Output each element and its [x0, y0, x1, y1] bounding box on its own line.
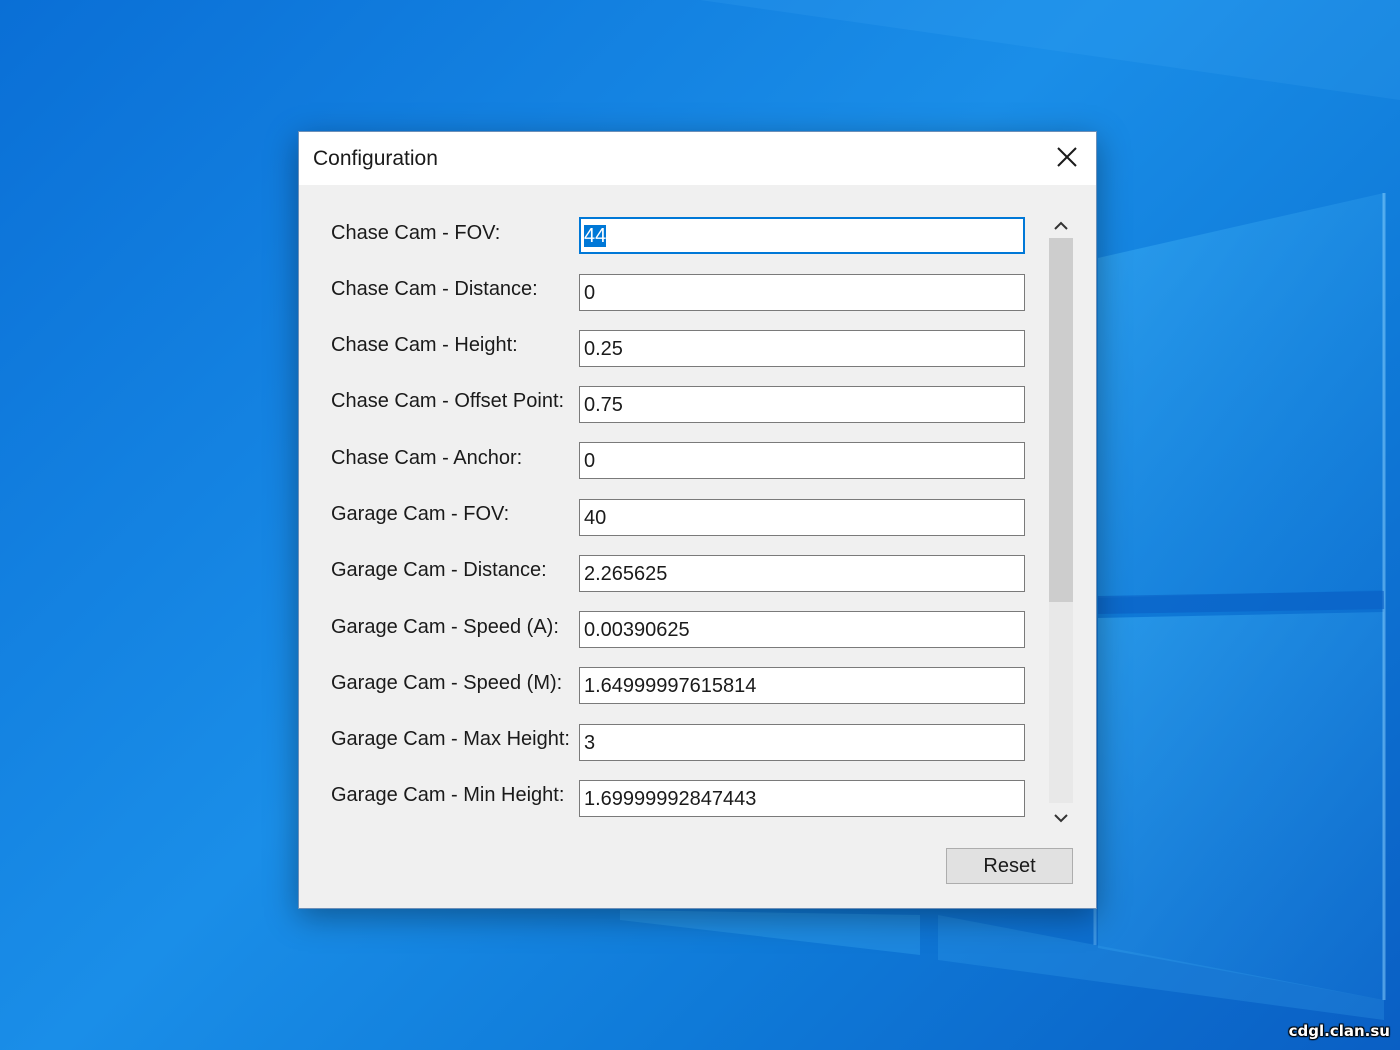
garage-cam-distance-value: 2.265625 — [584, 563, 668, 585]
garage-cam-min-height-label: Garage Cam - Min Height: — [331, 784, 565, 806]
garage-cam-min-height-input[interactable]: 1.69999992847443 — [579, 780, 1025, 817]
chevron-up-icon — [1054, 221, 1068, 230]
configuration-dialog: Configuration Chase Cam - FOV: 44 Chase … — [298, 131, 1097, 909]
garage-cam-distance-input[interactable]: 2.265625 — [579, 555, 1025, 592]
chase-cam-offset-point-value: 0.75 — [584, 394, 623, 416]
watermark: cdgl.clan.su — [1288, 1022, 1390, 1040]
reset-button[interactable]: Reset — [946, 848, 1073, 884]
vertical-scrollbar[interactable] — [1047, 206, 1075, 830]
close-icon — [1057, 147, 1077, 167]
dialog-title: Configuration — [313, 147, 438, 170]
scroll-down-button[interactable] — [1047, 804, 1075, 832]
garage-cam-speed-a-value: 0.00390625 — [584, 619, 690, 641]
garage-cam-distance-label: Garage Cam - Distance: — [331, 559, 547, 581]
garage-cam-max-height-value: 3 — [584, 732, 596, 754]
chase-cam-anchor-label: Chase Cam - Anchor: — [331, 447, 523, 469]
scroll-up-button[interactable] — [1047, 212, 1075, 240]
scrollbar-thumb[interactable] — [1049, 238, 1073, 602]
garage-cam-speed-a-label: Garage Cam - Speed (A): — [331, 616, 559, 638]
chase-cam-distance-value: 0 — [584, 282, 596, 304]
garage-cam-speed-m-input[interactable]: 1.64999997615814 — [579, 667, 1025, 704]
garage-cam-fov-label: Garage Cam - FOV: — [331, 503, 510, 525]
chevron-down-icon — [1054, 814, 1068, 823]
chase-cam-height-value: 0.25 — [584, 338, 623, 360]
chase-cam-height-input[interactable]: 0.25 — [579, 330, 1025, 367]
garage-cam-speed-m-value: 1.64999997615814 — [584, 675, 757, 697]
chase-cam-height-label: Chase Cam - Height: — [331, 334, 518, 356]
title-bar: Configuration — [299, 132, 1096, 185]
chase-cam-fov-label: Chase Cam - FOV: — [331, 222, 501, 244]
garage-cam-speed-a-input[interactable]: 0.00390625 — [579, 611, 1025, 648]
garage-cam-max-height-label: Garage Cam - Max Height: — [331, 728, 570, 750]
chase-cam-fov-input[interactable]: 44 — [579, 217, 1025, 254]
chase-cam-distance-label: Chase Cam - Distance: — [331, 278, 538, 300]
garage-cam-max-height-input[interactable]: 3 — [579, 724, 1025, 761]
garage-cam-min-height-value: 1.69999992847443 — [584, 788, 757, 810]
chase-cam-distance-input[interactable]: 0 — [579, 274, 1025, 311]
chase-cam-offset-point-input[interactable]: 0.75 — [579, 386, 1025, 423]
chase-cam-anchor-value: 0 — [584, 450, 596, 472]
chase-cam-offset-point-label: Chase Cam - Offset Point: — [331, 390, 565, 412]
close-button[interactable] — [1040, 132, 1096, 185]
garage-cam-fov-value: 40 — [584, 507, 607, 529]
garage-cam-speed-m-label: Garage Cam - Speed (M): — [331, 672, 563, 694]
garage-cam-fov-input[interactable]: 40 — [579, 499, 1025, 536]
chase-cam-fov-value: 44 — [584, 225, 607, 247]
chase-cam-anchor-input[interactable]: 0 — [579, 442, 1025, 479]
